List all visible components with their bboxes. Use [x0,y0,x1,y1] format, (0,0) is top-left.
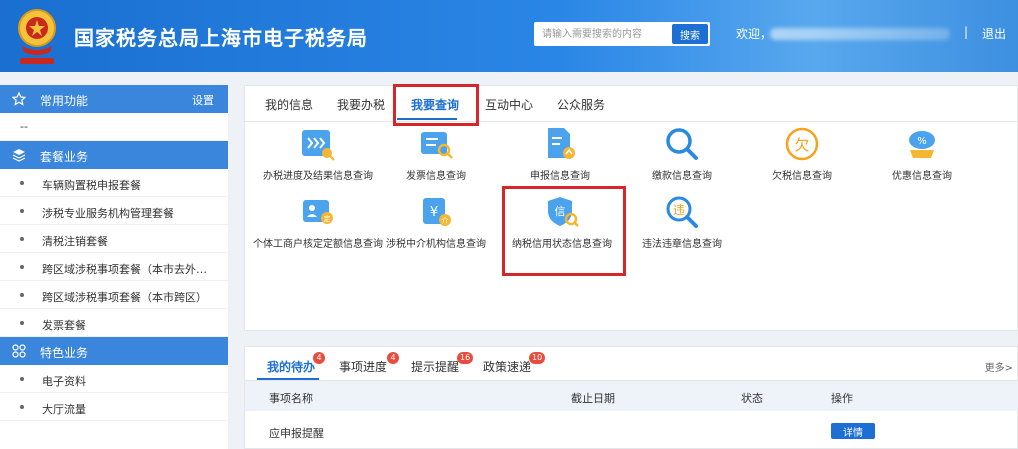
sidebar-item-empty: -- [0,113,228,141]
column-header: 截止日期 [571,392,615,405]
sidebar-item-invoice[interactable]: 发票套餐 [0,309,228,337]
header: 国家税务总局上海市电子税务局 搜索 欢迎， | 退出 [0,0,1018,72]
tab-divider [245,121,1018,122]
column-header: 操作 [831,392,853,405]
search-box: 搜索 [534,22,710,46]
tab-my-info[interactable]: 我的信息 [265,96,313,113]
bullet-icon [20,293,24,297]
svg-text:¥: ¥ [430,205,438,220]
main-tabs: 我的信息 我要办税 我要查询 互动中心 公众服务 [245,86,1018,122]
settings-link[interactable]: 设置 [192,92,214,108]
svg-text:%: % [917,136,927,147]
agency-icon: ¥介 [423,198,451,226]
more-link[interactable]: 更多> [985,359,1013,374]
highlight-box-tab [393,84,479,126]
tab-interaction[interactable]: 互动中心 [485,96,533,113]
arrears-icon: 欠 [785,127,819,161]
grid-icon [12,344,26,358]
bullet-icon [20,265,24,269]
sidebar-item-electronic-docs[interactable]: 电子资料 [0,365,228,393]
logout-link[interactable]: 退出 [982,25,1006,42]
service-invoice-query[interactable]: 发票信息查询 [371,126,501,184]
sidebar-item-agency-management[interactable]: 涉税专业服务机构管理套餐 [0,197,228,225]
violation-icon: 违 [666,196,698,228]
service-payment-query[interactable]: 缴款信息查询 [617,126,747,184]
service-discount-query[interactable]: % 优惠信息查询 [857,126,987,184]
sidebar-section-label: 特色业务 [40,346,89,360]
sidebar-item-cross-region-out[interactable]: 跨区域涉税事项套餐（本市去外… [0,253,228,281]
discount-icon: % [909,131,935,158]
service-declaration-query[interactable]: 申报信息查询 [495,126,625,184]
tab-reminders[interactable]: 提示提醒 [411,358,459,375]
sidebar-item-hall-traffic[interactable]: 大厅流量 [0,393,228,421]
bullet-icon [20,209,24,213]
star-icon [12,92,26,106]
service-violation-query[interactable]: 违 违法违章信息查询 [617,194,747,252]
tab-my-todo[interactable]: 我的待办 [267,358,315,375]
sidebar-section-label: 常用功能 [40,94,89,108]
service-arrears-query[interactable]: 欠 欠税信息查询 [737,126,867,184]
sidebar-section-label: 套餐业务 [40,150,89,164]
tab-public-service[interactable]: 公众服务 [557,96,605,113]
header-separator: | [964,25,969,39]
bullet-icon [20,377,24,381]
sidebar: 常用功能 设置 -- 套餐业务 车辆购置税申报套餐 涉税专业服务机构管理套餐 清… [0,85,228,449]
svg-text:欠: 欠 [794,136,809,154]
sidebar-item-cross-region-in[interactable]: 跨区域涉税事项套餐（本市跨区） [0,281,228,309]
bullet-icon [20,237,24,241]
search-input[interactable] [534,22,670,46]
detail-button[interactable]: 详情 [831,423,875,439]
layers-icon [12,149,26,162]
table-header: 事项名称 截止日期 状态 操作 [245,381,1018,411]
search-button[interactable]: 搜索 [672,24,708,44]
sidebar-section-common[interactable]: 常用功能 设置 [0,85,228,113]
sidebar-section-feature[interactable]: 特色业务 [0,337,228,365]
column-header: 状态 [741,392,763,405]
row-item-name: 应申报提醒 [269,427,324,440]
svg-text:违: 违 [673,203,685,217]
service-progress-query[interactable]: 办税进度及结果信息查询 [253,126,383,184]
table-row: 应申报提醒 详情 [245,417,1018,445]
svg-text:定: 定 [324,214,331,223]
progress-count-badge: 4 [387,352,399,364]
sidebar-item-tax-cancellation[interactable]: 清税注销套餐 [0,225,228,253]
highlight-box-service [502,186,626,276]
bullet-icon [20,181,24,185]
bullet-icon [20,321,24,325]
column-header: 事项名称 [269,392,313,405]
todo-panel: 我的待办 4 事项进度 4 提示提醒 16 政策速递 10 更多> 事项名称 截… [244,346,1018,449]
invoice-icon [421,132,453,159]
reminder-count-badge: 16 [457,352,474,364]
query-panel: 我的信息 我要办税 我要查询 互动中心 公众服务 办税进度及结果信息查询 发票信… [244,84,1018,331]
national-emblem-icon [18,9,56,64]
blurred-username [770,28,950,40]
tab-tax-handling[interactable]: 我要办税 [337,96,385,113]
sidebar-section-package[interactable]: 套餐业务 [0,141,228,169]
policy-count-badge: 10 [529,352,546,364]
declaration-icon [548,128,575,159]
tab-policy-express[interactable]: 政策速递 [483,358,531,375]
site-title: 国家税务总局上海市电子税务局 [74,26,368,50]
service-individual-business-query[interactable]: 定 个体工商户核定定额信息查询 [253,194,383,252]
welcome-text: 欢迎， [736,27,773,41]
todo-tabs: 我的待办 4 事项进度 4 提示提醒 16 政策速递 10 更多> [245,347,1018,381]
progress-icon [302,130,335,161]
todo-count-badge: 4 [313,352,325,364]
individual-business-icon: 定 [303,200,333,224]
service-agency-query[interactable]: ¥ 介 涉税中介机构信息查询 [371,194,501,252]
svg-text:介: 介 [442,217,449,225]
active-tab-indicator [257,378,319,380]
sidebar-item-vehicle-tax[interactable]: 车辆购置税申报套餐 [0,169,228,197]
payment-search-icon [666,128,698,160]
bullet-icon [20,405,24,409]
tab-item-progress[interactable]: 事项进度 [339,358,387,375]
